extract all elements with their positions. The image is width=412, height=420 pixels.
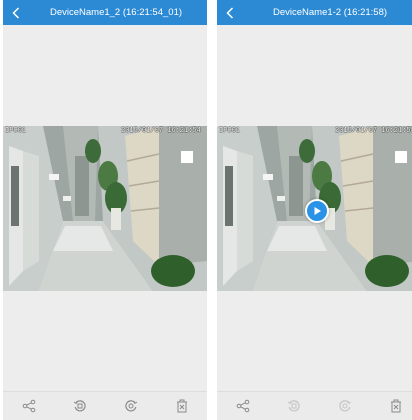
snapshot-button[interactable] [120, 395, 142, 417]
camera-label: IPC01 [219, 127, 241, 135]
share-button[interactable] [18, 395, 40, 417]
back-button[interactable] [219, 0, 241, 25]
screen-playback-2: DeviceName1-2 (16:21:58) IPC01 2015/01/0… [217, 0, 412, 420]
video-frame[interactable]: IPC01 2015/01/07 16:21:58 [217, 126, 412, 291]
page-title: DeviceName1-2 (16:21:58) [272, 7, 388, 18]
delete-button[interactable] [385, 395, 407, 417]
chevron-left-icon [226, 6, 234, 19]
header-bar: DeviceName1_2 (16:21:54_01) [3, 0, 207, 25]
bottom-toolbar [217, 391, 412, 420]
video-timestamp: 2015/01/07 16:21:58 [335, 127, 412, 135]
play-button[interactable] [305, 199, 329, 223]
video-frame[interactable]: IPC01 2015/01/07 16:21:54 [3, 126, 207, 291]
screen-playback-1: DeviceName1_2 (16:21:54_01) IPC01 2015/0… [3, 0, 207, 420]
page-title: DeviceName1_2 (16:21:54_01) [49, 7, 183, 18]
record-icon [73, 400, 86, 412]
play-icon [314, 207, 321, 215]
record-button[interactable] [69, 395, 91, 417]
video-timestamp: 2015/01/07 16:21:54 [121, 127, 201, 135]
chevron-left-icon [12, 6, 20, 19]
snapshot-icon [338, 400, 351, 412]
delete-icon [176, 399, 187, 413]
share-button[interactable] [232, 395, 254, 417]
snapshot-button[interactable] [334, 395, 356, 417]
back-button[interactable] [5, 0, 27, 25]
corridor-scene [3, 126, 207, 291]
camera-label: IPC01 [5, 127, 27, 135]
record-icon [287, 400, 300, 412]
bottom-toolbar [3, 391, 207, 420]
share-icon [22, 399, 35, 413]
record-button[interactable] [283, 395, 305, 417]
delete-button[interactable] [171, 395, 193, 417]
header-bar: DeviceName1-2 (16:21:58) [217, 0, 412, 25]
snapshot-icon [124, 400, 137, 412]
delete-icon [390, 399, 401, 413]
share-icon [236, 399, 249, 413]
